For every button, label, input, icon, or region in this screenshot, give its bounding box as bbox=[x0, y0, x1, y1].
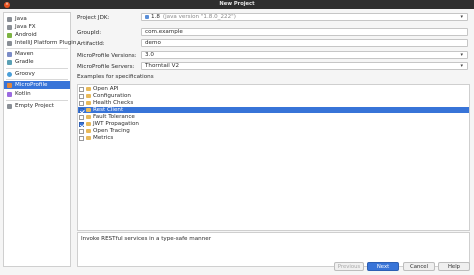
servers-select[interactable]: Thorntail V2 ▾ bbox=[141, 62, 468, 70]
title-bar: × New Project bbox=[0, 0, 474, 9]
sidebar-item-gradle[interactable]: Gradle bbox=[4, 58, 70, 66]
servers-label: MicroProfile Servers: bbox=[77, 64, 135, 70]
sidebar-item-label: Gradle bbox=[15, 59, 34, 65]
artifactid-value: demo bbox=[145, 40, 161, 46]
folder-icon bbox=[86, 115, 91, 119]
example-item-metrics[interactable]: Metrics bbox=[78, 135, 469, 141]
examples-list: Open API Configuration Health Checks Res… bbox=[77, 84, 470, 231]
versions-value: 3.0 bbox=[145, 52, 154, 58]
help-button[interactable]: Help bbox=[438, 262, 470, 271]
gradle-icon bbox=[7, 59, 12, 65]
jdk-value: 1.8 bbox=[151, 14, 160, 20]
sidebar-item-label: Groovy bbox=[15, 71, 35, 77]
sidebar-item-empty-project[interactable]: Empty Project bbox=[4, 102, 70, 110]
plugin-icon bbox=[7, 40, 12, 46]
artifactid-field[interactable]: demo bbox=[141, 39, 468, 47]
jdk-select[interactable]: 1.8 (java version "1.8.0_222") ▾ bbox=[141, 13, 468, 21]
kotlin-icon bbox=[7, 91, 12, 97]
sidebar-item-label: Empty Project bbox=[15, 103, 54, 109]
sidebar-item-java[interactable]: Java bbox=[4, 15, 70, 23]
sidebar-item-groovy[interactable]: Groovy bbox=[4, 70, 70, 78]
groovy-icon bbox=[7, 71, 12, 77]
chevron-down-icon: ▾ bbox=[460, 14, 463, 20]
groupid-value: com.example bbox=[145, 29, 183, 35]
description-text: Invoke RESTful services in a type-safe m… bbox=[81, 236, 211, 242]
folder-icon bbox=[86, 87, 91, 91]
sidebar-item-intellij-plugin[interactable]: IntelliJ Platform Plugin bbox=[4, 39, 76, 47]
sidebar-item-label: IntelliJ Platform Plugin bbox=[15, 40, 77, 46]
chevron-down-icon: ▾ bbox=[460, 52, 463, 58]
sidebar-item-label: Kotlin bbox=[15, 91, 31, 97]
separator bbox=[6, 68, 68, 69]
folder-icon bbox=[86, 101, 91, 105]
sidebar-item-javafx[interactable]: Java FX bbox=[4, 23, 70, 31]
example-label: Rest Client bbox=[93, 107, 124, 113]
project-type-list: Java Java FX Android IntelliJ Platform P… bbox=[3, 12, 76, 267]
example-label: Open Tracing bbox=[93, 128, 130, 134]
example-label: JWT Propagation bbox=[93, 121, 139, 127]
sidebar-item-microprofile[interactable]: MicroProfile bbox=[4, 81, 70, 89]
jdk-detail: (java version "1.8.0_222") bbox=[162, 14, 236, 20]
versions-label: MicroProfile Versions: bbox=[77, 53, 137, 59]
sidebar-item-label: Maven bbox=[15, 51, 34, 57]
checkbox[interactable] bbox=[79, 135, 84, 141]
example-item-configuration[interactable]: Configuration bbox=[78, 93, 469, 99]
android-icon bbox=[7, 32, 12, 38]
folder-icon bbox=[86, 94, 91, 98]
window-title: New Project bbox=[219, 1, 255, 7]
folder-icon bbox=[86, 122, 91, 126]
sidebar-item-label: Android bbox=[15, 32, 37, 38]
groupid-label: GroupId: bbox=[77, 30, 102, 36]
example-item-health-checks[interactable]: Health Checks bbox=[78, 100, 469, 106]
checkbox[interactable] bbox=[79, 93, 84, 99]
checkbox[interactable] bbox=[79, 128, 84, 134]
example-item-jwt-propagation[interactable]: JWT Propagation bbox=[78, 121, 469, 127]
example-item-fault-tolerance[interactable]: Fault Tolerance bbox=[78, 114, 469, 120]
javafx-icon bbox=[7, 24, 12, 30]
example-item-open-tracing[interactable]: Open Tracing bbox=[78, 128, 469, 134]
example-label: Fault Tolerance bbox=[93, 114, 135, 120]
sidebar-item-label: MicroProfile bbox=[15, 82, 48, 88]
chevron-down-icon: ▾ bbox=[460, 63, 463, 69]
java-icon bbox=[7, 16, 12, 22]
example-label: Health Checks bbox=[93, 100, 134, 106]
checkbox-checked[interactable] bbox=[79, 107, 84, 113]
example-item-open-api[interactable]: Open API bbox=[78, 86, 469, 92]
folder-icon bbox=[86, 129, 91, 133]
artifactid-label: ArtifactId: bbox=[77, 41, 105, 47]
new-project-dialog: Java Java FX Android IntelliJ Platform P… bbox=[0, 9, 474, 275]
sidebar-item-android[interactable]: Android bbox=[4, 31, 70, 39]
checkbox-checked[interactable] bbox=[79, 121, 84, 127]
versions-select[interactable]: 3.0 ▾ bbox=[141, 51, 468, 59]
servers-value: Thorntail V2 bbox=[145, 63, 180, 69]
example-item-rest-client[interactable]: Rest Client bbox=[78, 107, 469, 113]
folder-icon bbox=[7, 103, 12, 109]
folder-icon bbox=[86, 108, 91, 112]
sidebar-item-maven[interactable]: Maven bbox=[4, 50, 70, 58]
maven-icon bbox=[7, 51, 12, 57]
jdk-label: Project JDK: bbox=[77, 15, 110, 21]
checkbox[interactable] bbox=[79, 114, 84, 120]
separator bbox=[6, 48, 68, 49]
microprofile-icon bbox=[7, 82, 12, 88]
examples-label: Examples for specifications bbox=[77, 74, 154, 80]
sidebar-item-label: Java FX bbox=[15, 24, 36, 30]
folder-icon bbox=[86, 136, 91, 140]
sidebar-item-label: Java bbox=[15, 16, 27, 22]
separator bbox=[6, 79, 68, 80]
sidebar-item-kotlin[interactable]: Kotlin bbox=[4, 90, 70, 98]
jdk-icon bbox=[145, 15, 149, 19]
example-label: Metrics bbox=[93, 135, 114, 141]
previous-button[interactable]: Previous bbox=[334, 262, 364, 271]
example-label: Configuration bbox=[93, 93, 131, 99]
separator bbox=[6, 100, 68, 101]
checkbox[interactable] bbox=[79, 100, 84, 106]
next-button[interactable]: Next bbox=[367, 262, 399, 271]
cancel-button[interactable]: Cancel bbox=[403, 262, 435, 271]
checkbox[interactable] bbox=[79, 86, 84, 92]
groupid-field[interactable]: com.example bbox=[141, 28, 468, 36]
example-label: Open API bbox=[93, 86, 119, 92]
